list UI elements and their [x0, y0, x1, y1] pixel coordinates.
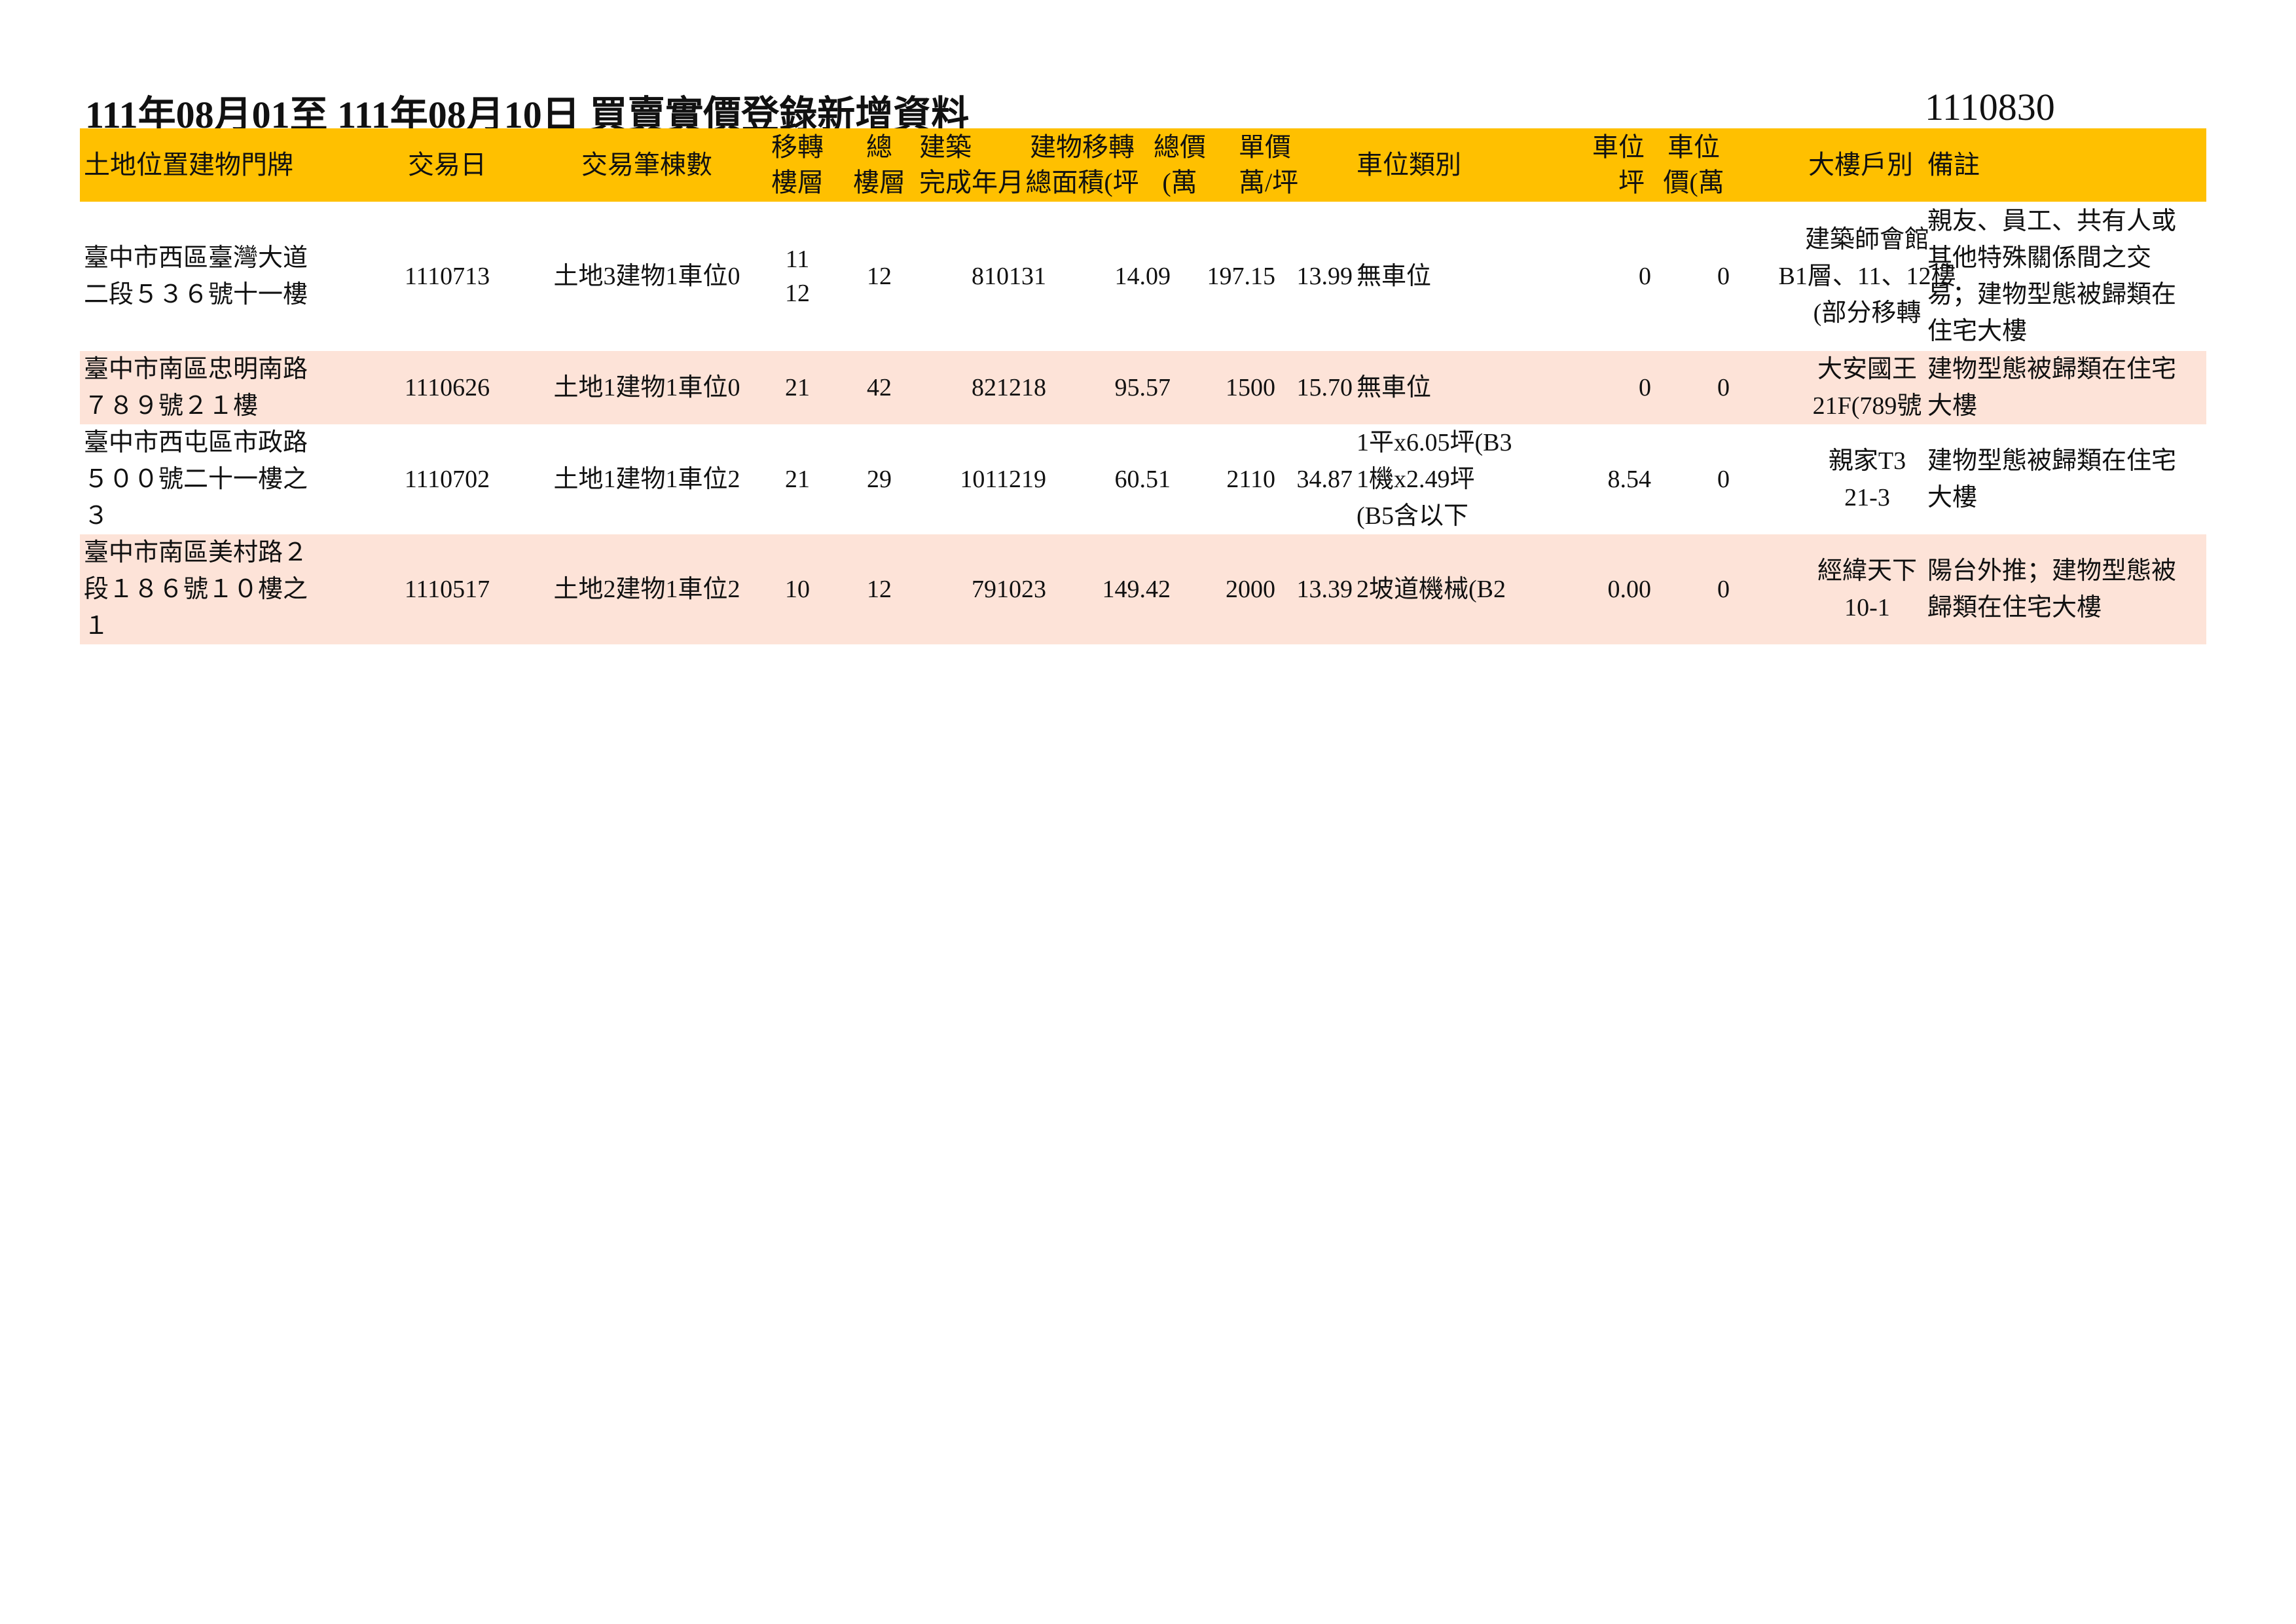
cell-address: 臺中市西屯區市政路 ５００號二十一樓之 ３	[84, 429, 308, 530]
cell-transfer-floor: 11 12	[785, 246, 810, 307]
cell-unit-price: 13.99	[1296, 263, 1353, 290]
cell-note: 建物型態被歸類在住宅 大樓	[1927, 356, 2177, 420]
cell-address: 臺中市西區臺灣大道 二段５３６號十一樓	[84, 244, 308, 308]
header-transfer-floor: 移轉 樓層	[771, 132, 824, 197]
header-trade-date: 交易日	[408, 150, 486, 179]
table-row: 臺中市南區忠明南路 ７８９號２１樓 1110626 土地1建物1車位0 21 4…	[80, 351, 2206, 424]
cell-total-floors: 42	[867, 374, 892, 401]
cell-total-floors: 12	[867, 576, 892, 603]
header-unit-price: 單價 萬/坪	[1239, 132, 1299, 197]
cell-transfer-floor: 10	[785, 576, 810, 603]
cell-parking-type: 無車位	[1357, 374, 1432, 401]
header-address: 土地位置建物門牌	[84, 150, 293, 179]
cell-note: 建物型態被歸類在住宅 大樓	[1927, 447, 2177, 511]
table-row: 臺中市南區美村路２ 段１８６號１０樓之 １ 1110517 土地2建物1車位2 …	[80, 534, 2206, 644]
cell-parking-area: 0.00	[1607, 576, 1652, 603]
cell-total-price: 1500	[1226, 374, 1275, 401]
cell-unit-price: 15.70	[1296, 374, 1353, 401]
cell-note: 親友、員工、共有人或 其他特殊關係間之交 易；建物型態被歸類在 住宅大樓	[1927, 208, 2177, 345]
header-total-floors: 總 樓層	[853, 132, 905, 197]
cell-total-floors: 12	[867, 263, 892, 290]
document-number: 1110830	[1925, 86, 2055, 128]
cell-total-area: 60.51	[1114, 466, 1171, 493]
cell-trade-date: 1110517	[404, 576, 490, 603]
cell-total-price: 197.15	[1207, 263, 1276, 290]
cell-transfer-floor: 21	[785, 466, 810, 493]
cell-total-area: 149.42	[1102, 576, 1171, 603]
table-header-row: 土地位置建物門牌 交易日 交易筆棟數 移轉 樓層 總 樓層 建築 完成年月 建物…	[80, 128, 2206, 202]
cell-total-floors: 29	[867, 466, 892, 493]
cell-total-area: 14.09	[1114, 263, 1171, 290]
cell-trade-count: 土地1建物1車位2	[553, 466, 740, 493]
header-trade-count: 交易筆棟數	[581, 150, 712, 179]
cell-parking-area: 0	[1639, 374, 1651, 401]
cell-parking-price: 0	[1717, 374, 1730, 401]
cell-address: 臺中市南區忠明南路 ７８９號２１樓	[84, 356, 308, 420]
cell-parking-type: 無車位	[1357, 263, 1432, 290]
table-row: 臺中市西區臺灣大道 二段５３６號十一樓 1110713 土地3建物1車位0 11…	[80, 202, 2206, 351]
cell-total-price: 2000	[1226, 576, 1275, 603]
cell-unit-price: 34.87	[1296, 466, 1353, 493]
cell-parking-price: 0	[1717, 576, 1730, 603]
cell-note: 陽台外推；建物型態被 歸類在住宅大樓	[1927, 557, 2177, 621]
cell-trade-date: 1110702	[404, 466, 490, 493]
header-note: 備註	[1927, 150, 1980, 179]
header-parking-type: 車位類別	[1357, 150, 1461, 179]
cell-total-area: 95.57	[1114, 374, 1171, 401]
cell-parking-type: 1平x6.05坪(B3 1機x2.49坪 (B5含以下	[1357, 429, 1512, 530]
cell-trade-date: 1110713	[404, 263, 490, 290]
cell-trade-date: 1110626	[404, 374, 490, 401]
cell-build-year: 1011219	[960, 466, 1046, 493]
cell-parking-price: 0	[1717, 466, 1730, 493]
cell-parking-area: 0	[1639, 263, 1651, 290]
cell-build-year: 821218	[972, 374, 1046, 401]
header-parking-area: 車位 坪	[1592, 132, 1645, 197]
cell-parking-price: 0	[1717, 263, 1730, 290]
cell-total-price: 2110	[1226, 466, 1275, 493]
cell-build-year: 810131	[972, 263, 1046, 290]
cell-trade-count: 土地1建物1車位0	[553, 374, 740, 401]
cell-trade-count: 土地2建物1車位2	[553, 576, 740, 603]
cell-unit-price: 13.39	[1296, 576, 1353, 603]
table-row: 臺中市西屯區市政路 ５００號二十一樓之 ３ 1110702 土地1建物1車位2 …	[80, 424, 2206, 534]
cell-address: 臺中市南區美村路２ 段１８６號１０樓之 １	[84, 539, 308, 640]
cell-trade-count: 土地3建物1車位0	[553, 263, 740, 290]
transaction-table: 土地位置建物門牌 交易日 交易筆棟數 移轉 樓層 總 樓層 建築 完成年月 建物…	[80, 128, 2206, 644]
cell-parking-area: 8.54	[1607, 466, 1652, 493]
cell-transfer-floor: 21	[785, 374, 810, 401]
cell-build-year: 791023	[972, 576, 1046, 603]
cell-parking-type: 2坡道機械(B2	[1357, 576, 1506, 603]
